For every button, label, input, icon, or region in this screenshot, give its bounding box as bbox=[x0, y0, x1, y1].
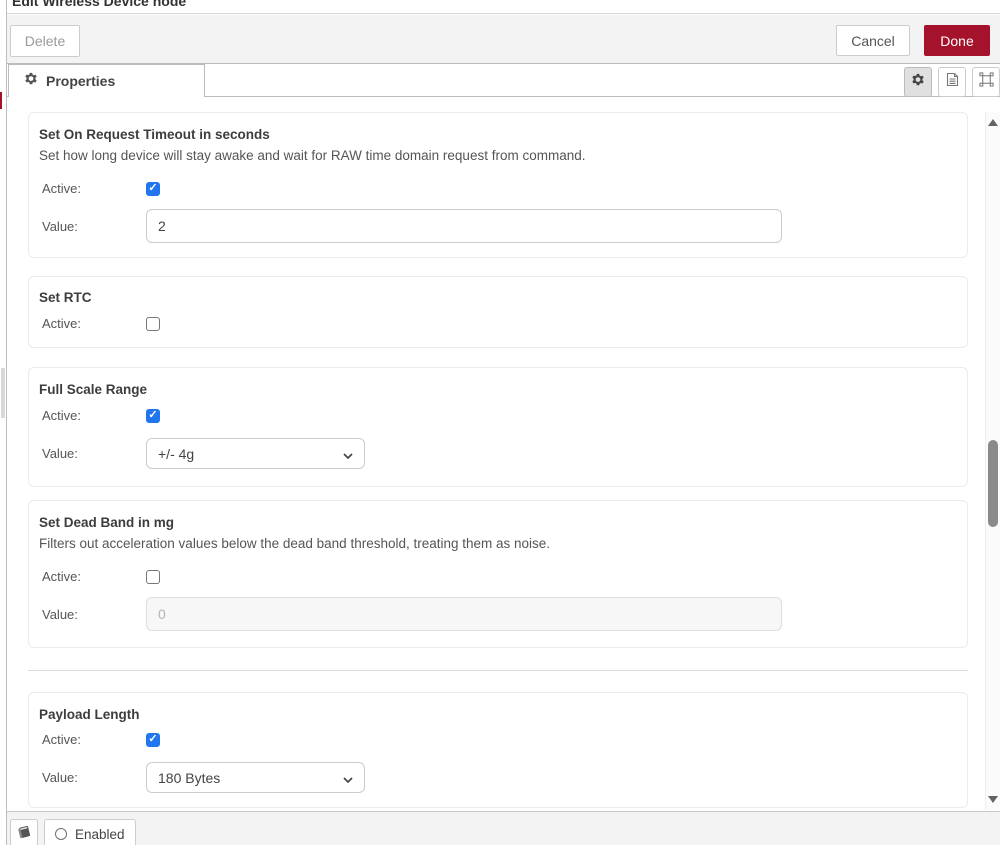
tab-properties[interactable]: Properties bbox=[8, 64, 205, 97]
dialog-title-bar: Edit Wireless Device node bbox=[7, 0, 1000, 14]
delete-button[interactable]: Delete bbox=[10, 25, 80, 57]
properties-icon-button[interactable] bbox=[904, 67, 932, 97]
scroll-down-button[interactable] bbox=[988, 796, 998, 803]
active-label: Active: bbox=[42, 408, 82, 423]
select-value: 180 Bytes bbox=[158, 769, 221, 786]
property-card-on-request-timeout: Set On Request Timeout in seconds Set ho… bbox=[28, 112, 968, 258]
card-description: Set how long device will stay awake and … bbox=[39, 148, 586, 163]
card-title: Set On Request Timeout in seconds bbox=[39, 127, 270, 142]
value-label: Value: bbox=[42, 446, 78, 461]
active-label: Active: bbox=[42, 569, 82, 584]
selection-frame-icon bbox=[978, 72, 994, 92]
edit-node-tray: Edit Wireless Device node Delete Cancel … bbox=[0, 0, 1000, 845]
description-icon-button[interactable] bbox=[938, 67, 966, 97]
book-icon bbox=[16, 824, 32, 845]
card-title: Set RTC bbox=[39, 290, 92, 305]
property-card-full-scale-range: Full Scale Range Active: ✓ Value: +/- 4g bbox=[28, 367, 968, 487]
tab-properties-label: Properties bbox=[46, 73, 116, 89]
editor-tab-icon-group bbox=[904, 67, 1000, 97]
properties-form: Set On Request Timeout in seconds Set ho… bbox=[7, 97, 1000, 812]
enabled-toggle-button[interactable]: Enabled bbox=[44, 819, 136, 845]
property-card-payload-length: Payload Length Active: ✓ Value: 180 Byte… bbox=[28, 692, 968, 808]
gear-icon bbox=[911, 73, 925, 92]
document-icon bbox=[946, 72, 959, 92]
value-input-disabled[interactable] bbox=[146, 597, 782, 631]
active-checkbox[interactable]: ✓ bbox=[146, 181, 160, 196]
active-checkbox[interactable]: ✓ bbox=[146, 732, 160, 747]
editor-tabbar: Properties bbox=[7, 64, 1000, 97]
value-label: Value: bbox=[42, 218, 78, 234]
enabled-label: Enabled bbox=[75, 826, 125, 842]
tray-toolbar: Delete Cancel Done bbox=[7, 15, 1000, 64]
card-description: Filters out acceleration values below th… bbox=[39, 536, 551, 551]
active-checkbox[interactable]: ✓ bbox=[146, 316, 160, 331]
workspace-node-edge bbox=[0, 92, 2, 109]
done-button[interactable]: Done bbox=[924, 25, 990, 56]
workspace-scrollbar bbox=[1, 368, 5, 418]
checkmark-icon: ✓ bbox=[148, 182, 158, 194]
checkmark-icon: ✓ bbox=[148, 409, 158, 421]
property-card-dead-band: Set Dead Band in mg Filters out accelera… bbox=[28, 500, 968, 648]
card-title: Set Dead Band in mg bbox=[39, 515, 175, 530]
cancel-button[interactable]: Cancel bbox=[836, 25, 910, 56]
checkmark-icon: ✓ bbox=[148, 733, 158, 745]
tray-footer: Enabled bbox=[6, 812, 1000, 845]
status-circle-icon bbox=[55, 828, 67, 840]
active-label: Active: bbox=[42, 181, 82, 196]
appearance-icon-button[interactable] bbox=[972, 67, 1000, 97]
active-label: Active: bbox=[42, 732, 82, 747]
select-value: +/- 4g bbox=[158, 445, 195, 462]
value-label: Value: bbox=[42, 606, 78, 622]
card-title: Payload Length bbox=[39, 707, 140, 722]
scrollbar[interactable] bbox=[985, 112, 1000, 810]
active-checkbox[interactable]: ✓ bbox=[146, 408, 160, 423]
active-checkbox[interactable]: ✓ bbox=[146, 569, 160, 584]
chevron-down-icon bbox=[343, 770, 353, 786]
scroll-up-button[interactable] bbox=[988, 119, 998, 126]
card-title: Full Scale Range bbox=[39, 382, 148, 397]
scrollbar-thumb[interactable] bbox=[988, 440, 998, 527]
value-select[interactable]: +/- 4g bbox=[146, 438, 365, 469]
section-divider bbox=[28, 670, 968, 671]
value-select[interactable]: 180 Bytes bbox=[146, 762, 365, 793]
dialog-title: Edit Wireless Device node bbox=[12, 0, 187, 9]
property-card-set-rtc: Set RTC Active: ✓ bbox=[28, 276, 968, 348]
value-input[interactable] bbox=[146, 209, 782, 243]
value-label: Value: bbox=[42, 770, 78, 785]
chevron-down-icon bbox=[343, 446, 353, 462]
description-toggle-button[interactable] bbox=[10, 819, 38, 845]
gear-icon bbox=[24, 72, 38, 91]
active-label: Active: bbox=[42, 316, 82, 331]
workspace-edge bbox=[0, 0, 7, 845]
